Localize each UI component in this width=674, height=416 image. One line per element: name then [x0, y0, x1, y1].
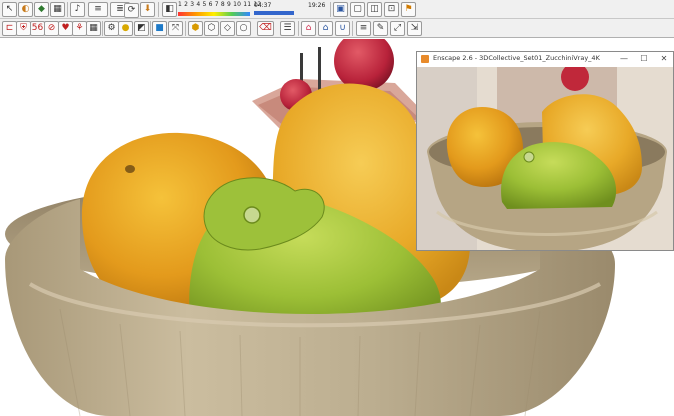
toolbar-separator: [330, 2, 331, 17]
export-icon[interactable]: ⬇: [140, 2, 155, 17]
close-button[interactable]: ✕: [657, 53, 671, 65]
toolbar-separator: [158, 2, 159, 17]
enscape-start-icon[interactable]: ⚑: [401, 2, 416, 17]
select-icon[interactable]: ↖: [2, 2, 17, 17]
magnet-icon[interactable]: ∪: [335, 21, 350, 36]
render-icon[interactable]: ▣: [333, 2, 348, 17]
slider-numbers: 1 2 3 4 5 6 7 8 9 10 11 12: [178, 1, 262, 8]
sound-icon[interactable]: ♪: [70, 2, 85, 17]
time-start: 04:37: [254, 2, 272, 9]
outline-icon[interactable]: ⬡: [204, 21, 219, 36]
gear-icon[interactable]: ⚙: [104, 21, 119, 36]
preview-render: [417, 67, 673, 250]
toolbar-separator: [298, 21, 299, 36]
slider-track: [178, 12, 250, 16]
preview-titlebar[interactable]: Enscape 2.6 - 3DCollective_Set01_Zucchin…: [417, 52, 673, 68]
toolbar-separator: [102, 21, 103, 36]
warehouse-icon[interactable]: ⌂: [318, 21, 333, 36]
video-icon[interactable]: ◧: [162, 2, 177, 17]
component-icon[interactable]: ◆: [34, 2, 49, 17]
grid-icon[interactable]: ▦: [86, 21, 101, 36]
enscape-preview-window[interactable]: Enscape 2.6 - 3DCollective_Set01_Zucchin…: [416, 51, 674, 251]
pan-icon[interactable]: ⚘: [72, 21, 87, 36]
grid-icon[interactable]: ▦: [50, 2, 65, 17]
sync-icon[interactable]: ⟳: [124, 3, 139, 18]
main-toolbar: ↖ ◐ ◆ ▦ ♪ ≡ ≣ ⟳ ⬇ ◧ 1 2 3 4 5 6 7 8 9 10…: [0, 0, 674, 19]
export-icon[interactable]: ⇲: [407, 21, 422, 36]
home-icon[interactable]: ⌂: [301, 21, 316, 36]
toolbar-separator: [352, 21, 353, 36]
sun-slider[interactable]: 1 2 3 4 5 6 7 8 9 10 11 12: [178, 1, 261, 18]
circle-icon[interactable]: ○: [236, 21, 251, 36]
box-icon[interactable]: ■: [152, 21, 167, 36]
secondary-toolbar: ⊏ ⛨ 56 ⊘ ♥ ⚘ ▦ ⚙ ● ◩ ■ ⤧ ⬢ ⬡ ◇ ○ ⌫ ☰ ⌂ ⌂…: [0, 19, 674, 38]
list-icon[interactable]: ≡: [356, 21, 371, 36]
rotate-icon[interactable]: ⤧: [168, 21, 183, 36]
list-icon[interactable]: ☰: [280, 21, 295, 36]
time-slider[interactable]: [254, 11, 294, 15]
pen-icon[interactable]: ✎: [373, 21, 388, 36]
window-icon[interactable]: ▢: [350, 2, 365, 17]
toolbar-separator: [150, 21, 151, 36]
shield-icon[interactable]: ⛨: [16, 21, 31, 36]
camera-icon[interactable]: ◫: [367, 2, 382, 17]
enscape-logo-icon: [421, 55, 429, 63]
preview-window-title: Enscape 2.6 - 3DCollective_Set01_Zucchin…: [433, 54, 600, 62]
orbit-icon[interactable]: 56: [30, 21, 45, 36]
heart-icon[interactable]: ♥: [58, 21, 73, 36]
lightbulb-icon[interactable]: ●: [118, 21, 133, 36]
sketchup-viewport[interactable]: Enscape 2.6 - 3DCollective_Set01_Zucchin…: [0, 39, 674, 416]
zoom-icon[interactable]: ⊘: [44, 21, 59, 36]
hexagon-icon[interactable]: ⬢: [188, 21, 203, 36]
maximize-button[interactable]: ☐: [637, 53, 651, 65]
style-icon[interactable]: ≡: [88, 2, 108, 17]
diamond-icon[interactable]: ◇: [220, 21, 235, 36]
section-plane-icon[interactable]: ⊏: [2, 21, 17, 36]
minimize-button[interactable]: —: [617, 53, 631, 65]
shadow-icon[interactable]: ◩: [134, 21, 149, 36]
toolbar-separator: [67, 2, 68, 17]
toolbar-separator: [185, 21, 186, 36]
time-end: 19:26: [308, 2, 326, 9]
panorama-icon[interactable]: ⊡: [384, 2, 399, 17]
expand-icon[interactable]: ⤢: [390, 21, 405, 36]
delete-icon[interactable]: ⌫: [257, 21, 274, 36]
paint-bucket-icon[interactable]: ◐: [18, 2, 33, 17]
